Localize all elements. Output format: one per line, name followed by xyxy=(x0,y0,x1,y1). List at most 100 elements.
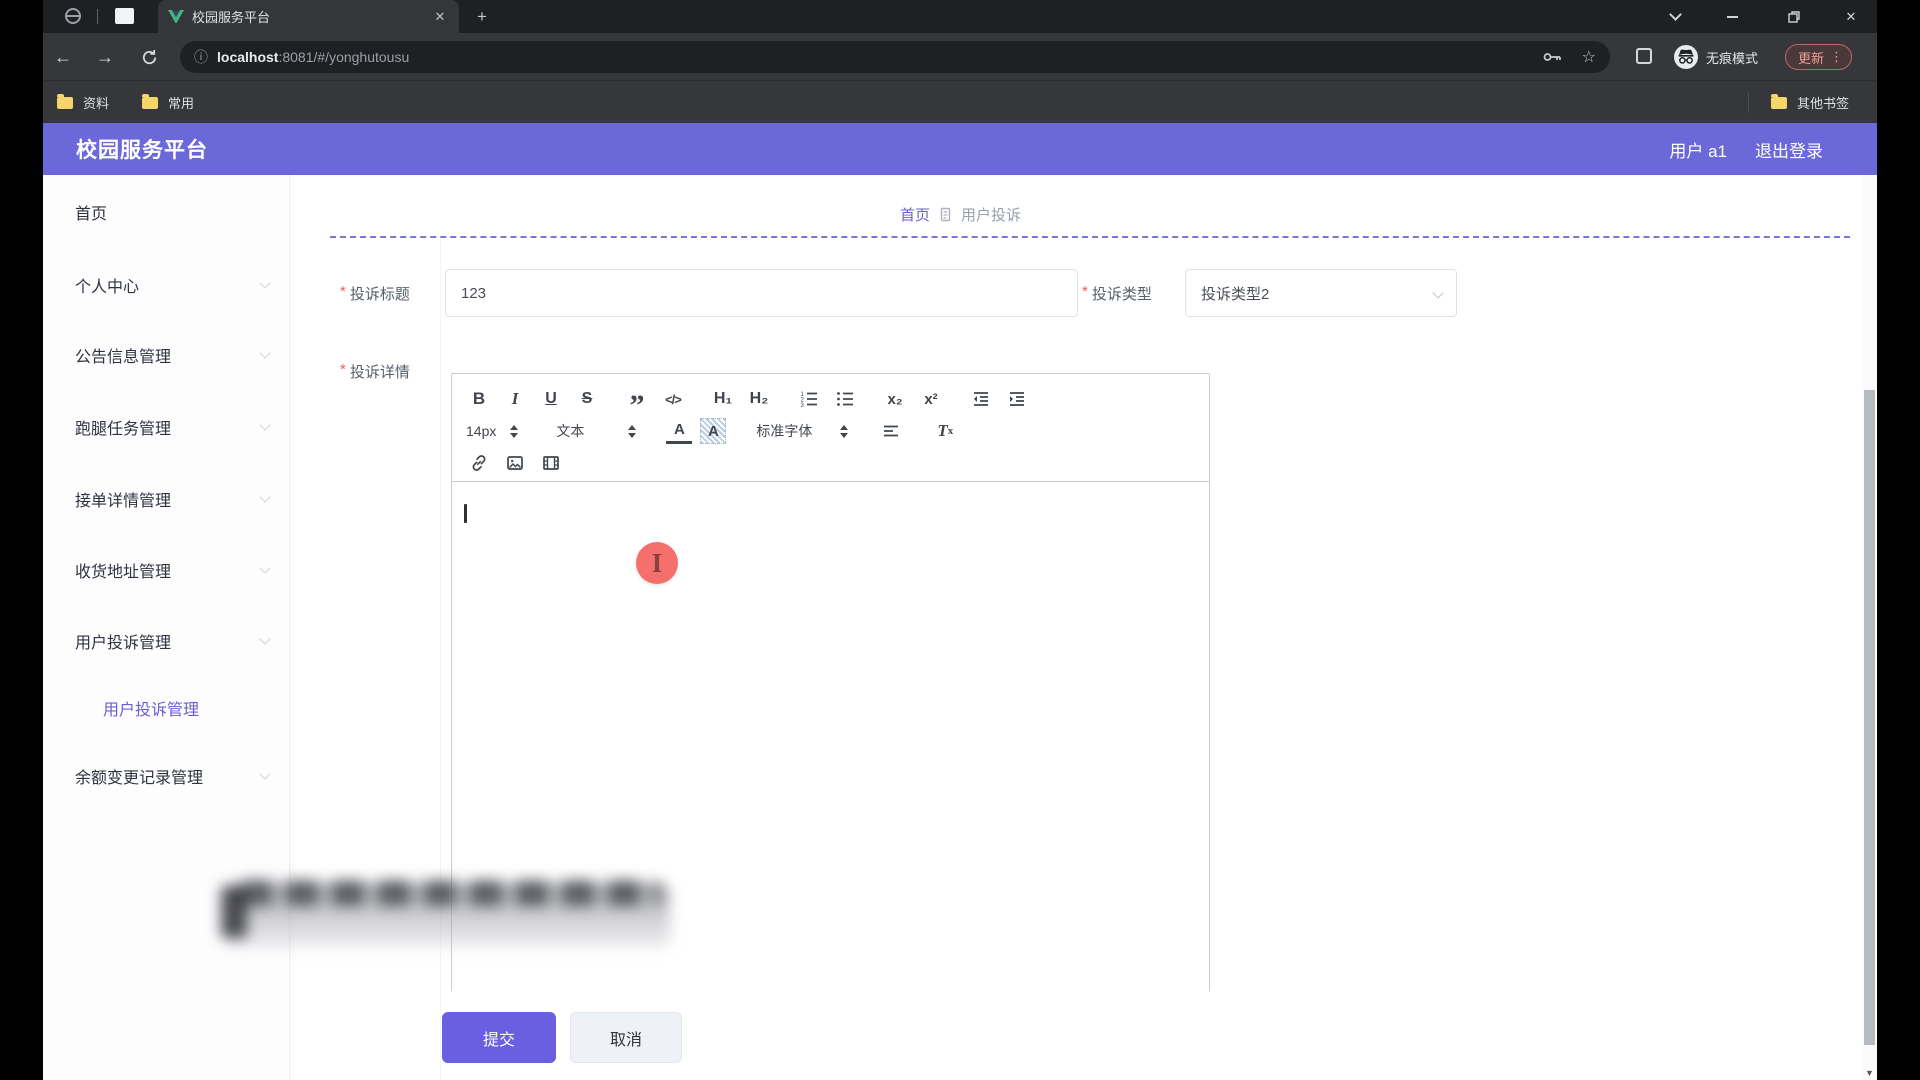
scrollbar-thumb[interactable] xyxy=(1864,390,1875,1045)
header-2-button[interactable]: H₂ xyxy=(746,386,772,412)
current-user[interactable]: 用户 a1 xyxy=(1669,137,1727,162)
link-button[interactable] xyxy=(466,450,492,476)
align-button[interactable] xyxy=(878,418,904,444)
blockquote-button[interactable]: ” xyxy=(624,386,650,412)
bookmarks-bar: 资料 常用 其他书签 xyxy=(43,80,1877,123)
url-path: :8081/#/yonghutousu xyxy=(278,49,409,65)
video-button[interactable] xyxy=(538,450,564,476)
sidebar-item-complaints[interactable]: 用户投诉管理 xyxy=(75,629,171,651)
browser-toolbar: ← → ⓘ localhost :8081/#/yonghutousu ☆ xyxy=(43,33,1877,80)
globe-icon[interactable] xyxy=(65,8,81,24)
strikethrough-button[interactable]: S xyxy=(574,386,600,412)
complaint-title-label: *投诉标题 xyxy=(340,283,410,303)
browser-update-button[interactable]: 更新 ⋮ xyxy=(1785,44,1852,70)
breadcrumb-current: 用户投诉 xyxy=(961,204,1021,225)
bold-button[interactable]: B xyxy=(466,386,492,412)
sidebar-item-order-details[interactable]: 接单详情管理 xyxy=(75,487,171,509)
sidebar-item-announcements[interactable]: 公告信息管理 xyxy=(75,343,171,365)
complaint-detail-label: *投诉详情 xyxy=(340,361,410,381)
sidebar-item-addresses[interactable]: 收货地址管理 xyxy=(75,558,171,580)
window-minimize-button[interactable] xyxy=(1710,0,1754,33)
italic-button[interactable]: I xyxy=(502,386,528,412)
font-family-spinner-icon[interactable] xyxy=(840,425,848,438)
browser-menu-icon[interactable]: ⋮ xyxy=(1830,49,1843,65)
subscript-button[interactable]: x₂ xyxy=(882,386,908,412)
breadcrumb: 首页 用户投诉 xyxy=(900,204,1021,225)
chevron-down-icon xyxy=(1432,287,1443,298)
other-bookmarks[interactable]: 其他书签 xyxy=(1771,81,1849,124)
bookmark-folder[interactable]: 常用 xyxy=(142,81,194,124)
bookmark-folder[interactable]: 资料 xyxy=(57,81,109,124)
mouse-cursor-highlight: I xyxy=(636,542,678,584)
bullet-list-button[interactable] xyxy=(832,386,858,412)
page-body: 首页 个人中心 公告信息管理 跑腿任务管理 接单详情管理 收货地址管理 用户投诉… xyxy=(43,175,1877,1080)
font-size-select[interactable]: 14px xyxy=(466,418,496,444)
ibeam-cursor-icon: I xyxy=(652,548,663,579)
window-restore-button[interactable] xyxy=(1772,0,1816,33)
password-key-icon[interactable] xyxy=(1543,51,1562,63)
indent-button[interactable] xyxy=(1004,386,1030,412)
incognito-icon xyxy=(1673,44,1699,70)
superscript-button[interactable]: x² xyxy=(918,386,944,412)
text-color-button[interactable]: A xyxy=(666,418,692,444)
site-info-icon[interactable]: ⓘ xyxy=(194,47,208,67)
font-family-select[interactable]: 标准字体 xyxy=(756,418,812,444)
sidebar-item-errand-tasks[interactable]: 跑腿任务管理 xyxy=(75,415,171,437)
ordered-list-button[interactable]: 123 xyxy=(796,386,822,412)
header-1-button[interactable]: H₁ xyxy=(710,386,736,412)
incognito-label: 无痕模式 xyxy=(1706,48,1758,67)
complaint-title-input[interactable] xyxy=(445,269,1078,317)
side-panel-icon[interactable] xyxy=(1636,48,1652,64)
font-size-spinner-icon[interactable] xyxy=(510,425,518,438)
app-header: 校园服务平台 用户 a1 退出登录 xyxy=(43,123,1877,175)
blurred-watermark xyxy=(227,884,670,948)
vue-favicon-icon xyxy=(168,10,184,24)
sidebar-item-profile[interactable]: 个人中心 xyxy=(75,273,139,295)
complaint-type-label: *投诉类型 xyxy=(1082,283,1152,303)
back-button[interactable]: ← xyxy=(50,44,76,70)
breadcrumb-separator-icon xyxy=(939,207,952,222)
active-tab[interactable]: 校园服务平台 ✕ xyxy=(158,0,459,33)
image-button[interactable] xyxy=(502,450,528,476)
folder-icon xyxy=(1771,97,1787,109)
sidebar-item-home[interactable]: 首页 xyxy=(75,200,107,222)
window-close-button[interactable]: ✕ xyxy=(1829,0,1873,33)
pinned-tab[interactable] xyxy=(115,8,134,24)
sidebar-item-balance-records[interactable]: 余额变更记录管理 xyxy=(75,764,203,786)
page-scrollbar[interactable]: ▼ xyxy=(1862,175,1877,1080)
window-menu-chevron-icon[interactable] xyxy=(1653,0,1697,33)
forward-button[interactable]: → xyxy=(92,44,118,70)
heading-select[interactable]: 文本 xyxy=(556,418,584,444)
folder-icon xyxy=(142,97,158,109)
chevron-down-icon xyxy=(259,277,270,288)
bookmark-star-icon[interactable]: ☆ xyxy=(1582,47,1596,67)
code-block-button[interactable]: </> xyxy=(660,386,686,412)
heading-spinner-icon[interactable] xyxy=(628,425,636,438)
new-tab-button[interactable]: + xyxy=(471,6,493,28)
screen: 校园服务平台 ✕ + ✕ ← → ⓘ localhost :8081/#/yon… xyxy=(43,0,1877,1080)
complaint-type-select[interactable]: 投诉类型2 xyxy=(1185,269,1457,317)
dashed-divider xyxy=(330,236,1850,238)
chevron-down-icon xyxy=(259,633,270,644)
bookmarks-separator xyxy=(1748,92,1749,113)
browser-tab-bar: 校园服务平台 ✕ + ✕ xyxy=(43,0,1877,33)
submit-button[interactable]: 提交 xyxy=(442,1012,556,1063)
sidebar-subitem-complaints-active[interactable]: 用户投诉管理 xyxy=(103,696,199,718)
underline-button[interactable]: U xyxy=(538,386,564,412)
outdent-button[interactable] xyxy=(968,386,994,412)
scrollbar-down-arrow-icon[interactable]: ▼ xyxy=(1862,1068,1877,1078)
clear-format-button[interactable]: Tx xyxy=(932,418,958,444)
address-bar[interactable]: ⓘ localhost :8081/#/yonghutousu ☆ xyxy=(180,41,1610,73)
chevron-down-icon xyxy=(259,562,270,573)
incognito-badge: 无痕模式 xyxy=(1673,44,1758,70)
logout-link[interactable]: 退出登录 xyxy=(1755,137,1823,162)
background-color-button[interactable]: A xyxy=(700,418,726,444)
chevron-down-icon xyxy=(259,491,270,502)
tab-separator xyxy=(97,9,98,24)
reload-button[interactable] xyxy=(136,44,162,70)
breadcrumb-home-link[interactable]: 首页 xyxy=(900,204,930,225)
tab-close-icon[interactable]: ✕ xyxy=(431,9,449,25)
chevron-down-icon xyxy=(259,347,270,358)
cancel-button[interactable]: 取消 xyxy=(570,1012,682,1063)
chevron-down-icon xyxy=(259,419,270,430)
